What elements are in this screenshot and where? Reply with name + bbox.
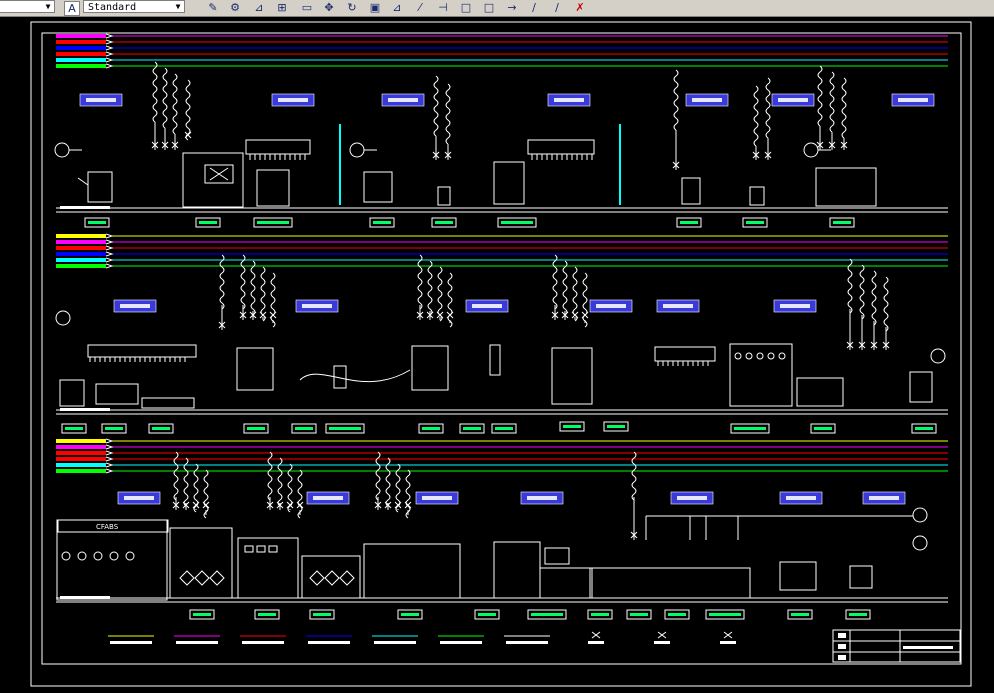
pipe-color-swatch: [56, 451, 106, 455]
extend-icon[interactable]: ⊣: [436, 1, 450, 14]
grid-icon[interactable]: ⊞: [275, 1, 289, 14]
pipe-color-swatch: [56, 64, 106, 68]
legend-text: [308, 641, 350, 644]
pipe-color-swatch: [56, 34, 106, 38]
snap-icon[interactable]: ⚙: [228, 1, 242, 14]
square-icon[interactable]: □: [482, 1, 496, 14]
pipe-color-swatch: [56, 258, 106, 262]
text-style-icon[interactable]: A: [64, 1, 80, 16]
move-cross-icon[interactable]: ✥: [322, 1, 336, 14]
trim-icon[interactable]: ⁄: [413, 1, 427, 14]
drawing-canvas[interactable]: CFABS: [0, 17, 994, 693]
text-style-value: Standard: [88, 2, 137, 13]
legend-text: [374, 641, 416, 644]
rect-icon[interactable]: □: [459, 1, 473, 14]
pipe-color-swatch: [56, 40, 106, 44]
draw-icon[interactable]: ✎: [206, 1, 220, 14]
pipe-color-swatch: [56, 46, 106, 50]
pipe-color-swatch: [56, 234, 106, 238]
chevron-down-icon[interactable]: ▼: [173, 2, 183, 12]
stretch-icon[interactable]: →: [505, 1, 519, 14]
pipe-color-swatch: [56, 58, 106, 62]
paint-icon[interactable]: ✗: [573, 1, 587, 14]
pipe-color-swatch: [56, 246, 106, 250]
text-style-dropdown[interactable]: Standard ▼: [83, 0, 185, 13]
pen-icon[interactable]: ∕: [527, 1, 541, 14]
layer-dropdown[interactable]: ▼: [0, 0, 55, 13]
pipe-color-swatch: [56, 240, 106, 244]
legend-text: [506, 641, 548, 644]
pan-icon[interactable]: ▭: [300, 1, 314, 14]
legend-text: [440, 641, 482, 644]
pointer-icon[interactable]: ∕: [550, 1, 564, 14]
chevron-down-icon[interactable]: ▼: [43, 2, 53, 12]
pipe-color-swatch: [56, 445, 106, 449]
toolbar: ▼ A Standard ▼ ✎ ⚙ ⊿ ⊞ ▭ ✥ ↻ ▣ ⊿ ⁄ ⊣ □ □…: [0, 0, 994, 17]
legend-text: [242, 641, 284, 644]
pipe-color-swatch: [56, 264, 106, 268]
legend-text: [176, 641, 218, 644]
pipe-color-swatch: [56, 252, 106, 256]
pipe-color-swatch: [56, 439, 106, 443]
pipe-color-swatch: [56, 457, 106, 461]
polyline-icon[interactable]: ⊿: [390, 1, 404, 14]
mirror-icon[interactable]: ⊿: [252, 1, 266, 14]
legend-text: [110, 641, 152, 644]
cabinet-label: CFABS: [96, 523, 119, 531]
pipe-color-swatch: [56, 463, 106, 467]
pipe-color-swatch: [56, 469, 106, 473]
pipe-color-swatch: [56, 52, 106, 56]
rotate-icon[interactable]: ↻: [345, 1, 359, 14]
box-icon[interactable]: ▣: [368, 1, 382, 14]
